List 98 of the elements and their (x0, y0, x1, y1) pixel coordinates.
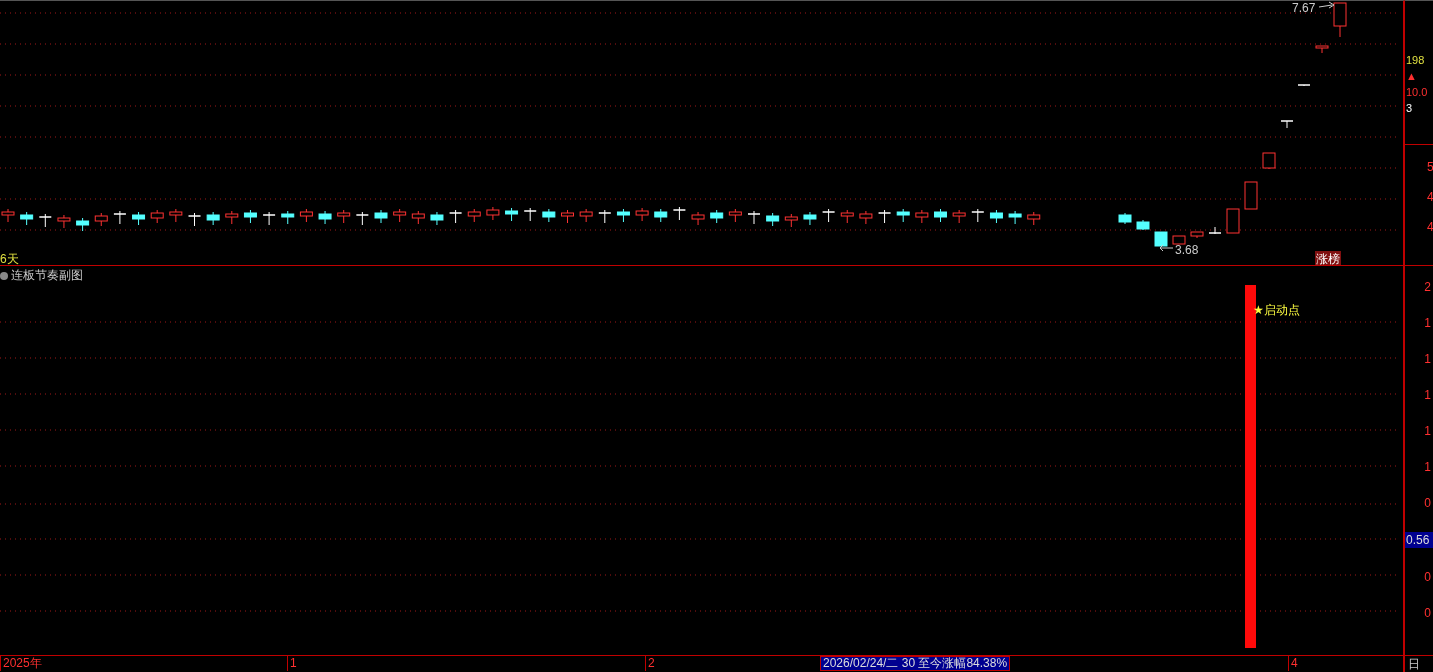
candlestick (281, 210, 295, 225)
arrow-icon (1318, 1, 1335, 9)
candlestick (579, 208, 593, 223)
time-label: 2025年 (0, 656, 42, 671)
candlestick (38, 213, 53, 228)
axis-label: 0 (1424, 496, 1432, 510)
candlestick (76, 217, 90, 232)
candlestick (896, 208, 910, 223)
candlestick (598, 209, 612, 224)
candlestick (691, 211, 705, 226)
indicator-title: 连板节奏副图 (11, 267, 83, 284)
tag-badge: 涨榜 (1315, 251, 1341, 265)
candlestick (1027, 211, 1041, 226)
candlestick (1008, 210, 1022, 225)
candlestick (1136, 219, 1150, 231)
candlestick (169, 208, 183, 223)
candlestick (616, 208, 630, 223)
info-value: 10.0 (1406, 86, 1429, 98)
candlestick (1262, 152, 1276, 170)
candlestick (187, 212, 202, 227)
candlestick (635, 207, 649, 222)
time-label: 4 (1288, 656, 1298, 671)
axis-label: 4 (1427, 191, 1433, 203)
settings-icon[interactable] (0, 271, 8, 280)
candlestick (225, 210, 239, 225)
low-price-label: 3.68 (1175, 243, 1199, 257)
candlestick (486, 206, 500, 221)
candlestick (113, 210, 127, 225)
candlestick (1208, 226, 1222, 235)
candlestick (971, 208, 985, 223)
arrow-icon (1159, 244, 1174, 252)
candlestick (57, 214, 71, 229)
candlestick (318, 210, 332, 225)
axis-label: 5 (1427, 161, 1433, 173)
candlestick (989, 209, 1003, 224)
days-label: 6天 (0, 251, 19, 265)
time-label: 1 (287, 656, 297, 671)
candlestick (505, 207, 519, 222)
candlestick (467, 208, 481, 223)
axis-label: 1 (1424, 460, 1432, 474)
candlestick (728, 208, 742, 223)
candlestick (561, 209, 574, 224)
cursor-date-label: 2026/02/24/二 30 至今涨幅84.38% (820, 656, 1011, 671)
candlestick (1244, 181, 1258, 210)
candlestick (430, 211, 444, 226)
candlestick (150, 209, 164, 224)
candlestick (1315, 45, 1329, 54)
candlestick (710, 209, 724, 224)
candlestick (1190, 231, 1204, 239)
candlestick (132, 211, 146, 226)
candlestick (94, 212, 108, 227)
candlestick (934, 208, 947, 223)
axis-label: 0 (1424, 606, 1432, 620)
axis-label: 1 (1424, 424, 1432, 438)
candlestick (1154, 231, 1168, 247)
time-label: 2 (645, 656, 655, 671)
candlestick (915, 209, 929, 224)
candlestick (821, 208, 836, 223)
candlestick (393, 208, 407, 223)
candlestick (877, 209, 892, 224)
info-value: ▲ (1406, 70, 1418, 82)
candlestick (448, 209, 463, 224)
info-value: 198 (1406, 54, 1426, 66)
candlestick (1172, 235, 1186, 245)
axis-label: 4 (1427, 221, 1433, 233)
axis-label: 1 (1424, 316, 1432, 330)
candlestick (262, 211, 276, 226)
candlestick (337, 209, 351, 224)
candlestick (206, 211, 220, 226)
candlestick (299, 208, 313, 223)
candlestick (411, 210, 425, 225)
candlestick (766, 212, 780, 227)
candlestick (803, 211, 817, 226)
candlestick (654, 208, 668, 223)
candlestick (859, 210, 873, 225)
candlestick (1297, 84, 1311, 87)
candlestick (355, 211, 370, 226)
candlestick (1118, 212, 1132, 225)
axis-label: 1 (1424, 388, 1432, 402)
axis-label: 0.56 (1405, 532, 1433, 548)
candlestick (672, 206, 687, 221)
candlestick (952, 209, 966, 224)
axis-label: 2 (1424, 280, 1432, 294)
candlestick (784, 213, 798, 228)
candlestick (542, 208, 556, 223)
candlestick (523, 207, 537, 222)
period-button[interactable]: 日 (1405, 655, 1433, 672)
info-value: 3 (1406, 102, 1414, 114)
candlestick (243, 209, 257, 224)
high-price-label: 7.67 (1292, 1, 1316, 15)
axis-label: 0 (1424, 570, 1432, 584)
candlestick (840, 209, 854, 224)
candlestick (374, 209, 388, 224)
candlestick (1226, 208, 1240, 234)
candlestick (1280, 120, 1294, 129)
candlestick (747, 210, 761, 225)
candlestick (20, 211, 34, 226)
axis-label: 1 (1424, 352, 1432, 366)
